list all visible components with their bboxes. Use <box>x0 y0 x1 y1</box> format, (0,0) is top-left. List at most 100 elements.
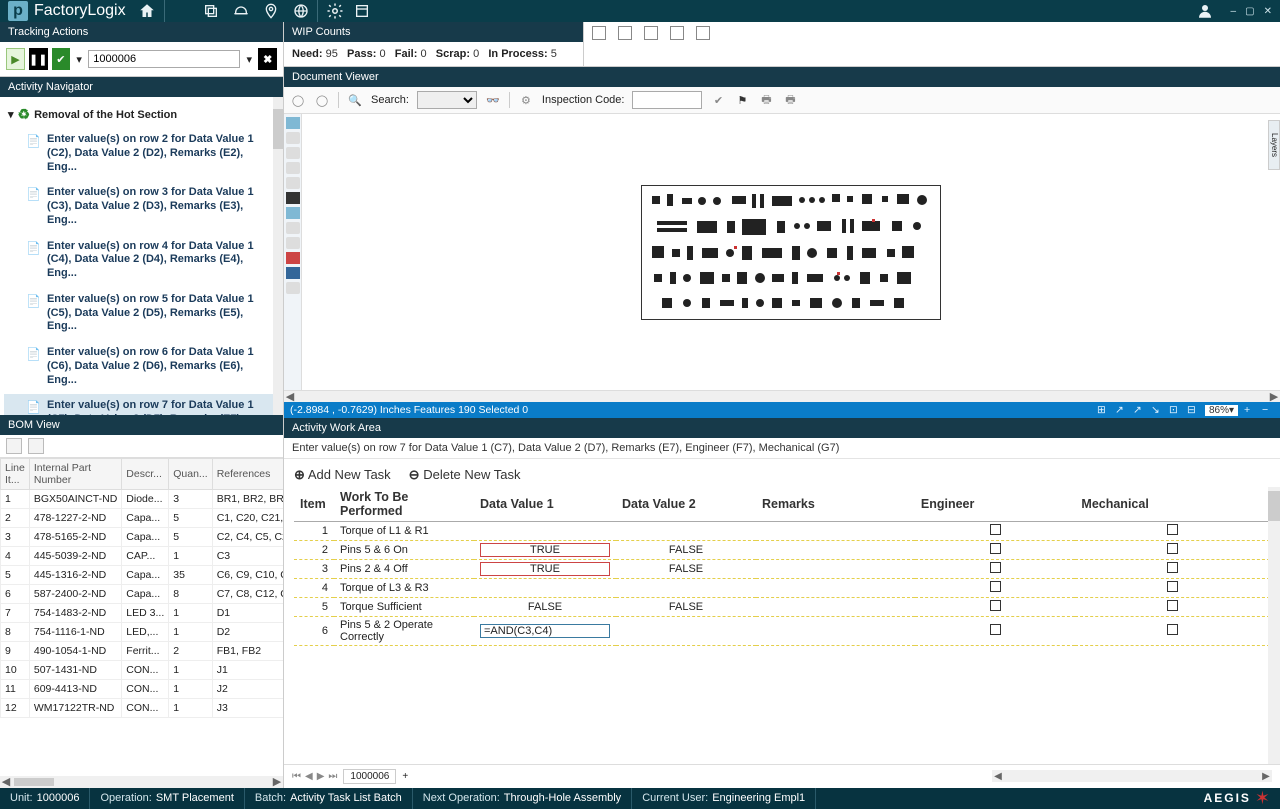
binoculars-icon[interactable]: 👓 <box>485 92 501 108</box>
search-combo[interactable] <box>417 91 477 109</box>
refresh-icon[interactable]: ⚙ <box>518 92 534 108</box>
tool-red[interactable] <box>286 252 300 264</box>
zoom-tool-3[interactable]: ↗ <box>1133 404 1145 416</box>
tool-zoom[interactable] <box>286 237 300 249</box>
zoom-tool-6[interactable]: ⊟ <box>1187 404 1199 416</box>
task-row[interactable]: 6Pins 5 & 2 Operate Correctly=AND(C3,C4) <box>294 617 1270 646</box>
sheet-tab[interactable]: 1000006 <box>343 769 396 784</box>
flag-icon[interactable]: ⚑ <box>734 92 750 108</box>
table-row[interactable]: 2478-1227-2-NDCapa...5C1, C20, C21, C22, <box>1 508 284 527</box>
table-row[interactable]: 11609-4413-NDCON...1J2 <box>1 679 284 698</box>
copy-icon[interactable] <box>203 3 219 19</box>
mechanical-checkbox[interactable] <box>1167 543 1178 554</box>
nav-item[interactable]: 📄Enter value(s) on row 5 for Data Value … <box>4 288 279 339</box>
data-value-1-cell[interactable]: =AND(C3,C4) <box>480 624 610 638</box>
unit-dropdown[interactable]: ▾ <box>244 53 254 66</box>
layout-4-button[interactable] <box>670 26 684 40</box>
mechanical-checkbox[interactable] <box>1167 600 1178 611</box>
tool-line[interactable] <box>286 162 300 174</box>
print2-icon[interactable]: 🖶 <box>782 92 798 108</box>
zoom-out-icon[interactable]: − <box>1262 404 1274 416</box>
task-hscroll[interactable]: ◀▶ <box>992 770 1272 782</box>
table-row[interactable]: 12WM17122TR-NDCON...1J3 <box>1 698 284 717</box>
expand-icon[interactable]: ▾ <box>8 108 14 121</box>
mechanical-checkbox[interactable] <box>1167 624 1178 635</box>
bom-col-header[interactable]: References <box>212 458 283 489</box>
tool-measure[interactable] <box>286 222 300 234</box>
tool-fill[interactable] <box>286 192 300 204</box>
data-value-1-cell[interactable]: TRUE <box>480 543 610 557</box>
tool-pen[interactable] <box>286 177 300 189</box>
table-row[interactable]: 8754-1116-1-NDLED,...1D2 <box>1 622 284 641</box>
bom-col-header[interactable]: Internal Part Number <box>29 458 121 489</box>
globe-icon[interactable] <box>293 3 309 19</box>
nav-back-icon[interactable]: ◯ <box>290 92 306 108</box>
pcb-canvas[interactable] <box>302 114 1280 390</box>
engineer-checkbox[interactable] <box>990 524 1001 535</box>
home-icon[interactable] <box>138 2 156 20</box>
engineer-checkbox[interactable] <box>990 600 1001 611</box>
data-value-1-cell[interactable]: TRUE <box>480 562 610 576</box>
minimize-button[interactable]: – <box>1230 6 1236 17</box>
nav-root-item[interactable]: ▾ ♻ Removal of the Hot Section <box>4 103 279 126</box>
engineer-checkbox[interactable] <box>990 543 1001 554</box>
table-row[interactable]: 3478-5165-2-NDCapa...5C2, C4, C5, C24, C <box>1 527 284 546</box>
task-row[interactable]: 2Pins 5 & 6 OnTRUEFALSE <box>294 541 1270 560</box>
nav-item[interactable]: 📄Enter value(s) on row 2 for Data Value … <box>4 128 279 179</box>
table-row[interactable]: 5445-1316-2-NDCapa...35C6, C9, C10, C11,… <box>1 565 284 584</box>
layout-2-button[interactable] <box>618 26 632 40</box>
add-sheet-button[interactable]: + <box>402 771 408 782</box>
nav-item[interactable]: 📄Enter value(s) on row 6 for Data Value … <box>4 341 279 392</box>
close-button[interactable]: ✕ <box>1264 6 1272 17</box>
task-row[interactable]: 5Torque SufficientFALSEFALSE <box>294 598 1270 617</box>
search-icon[interactable]: 🔍 <box>347 92 363 108</box>
doc-hscroll[interactable]: ◀▶ <box>284 390 1280 402</box>
zoom-tool-1[interactable]: ⊞ <box>1097 404 1109 416</box>
layout-1-button[interactable] <box>592 26 606 40</box>
sheet-pager[interactable]: ⏮◀▶⏭ <box>292 771 337 782</box>
user-icon[interactable] <box>1196 2 1214 20</box>
zoom-in-icon[interactable]: + <box>1244 404 1256 416</box>
zoom-tool-2[interactable]: ↗ <box>1115 404 1127 416</box>
tool-highlight[interactable] <box>286 207 300 219</box>
inspection-input[interactable] <box>632 91 702 109</box>
bom-expand-button[interactable] <box>6 438 22 454</box>
mechanical-checkbox[interactable] <box>1167 562 1178 573</box>
check-dropdown[interactable]: ▾ <box>74 53 84 66</box>
tool-blue[interactable] <box>286 267 300 279</box>
task-row[interactable]: 4Torque of L3 & R3 <box>294 579 1270 598</box>
table-row[interactable]: 4445-5039-2-NDCAP...1C3 <box>1 546 284 565</box>
nav-fwd-icon[interactable]: ◯ <box>314 92 330 108</box>
delete-task-button[interactable]: ⊖ Delete New Task <box>409 467 521 483</box>
tool-lasso[interactable] <box>286 147 300 159</box>
pause-button[interactable]: ❚❚ <box>29 48 48 70</box>
add-task-button[interactable]: ⊕ Add New Task <box>294 467 391 483</box>
task-row[interactable]: 3Pins 2 & 4 OffTRUEFALSE <box>294 560 1270 579</box>
table-row[interactable]: 1BGX50AINCT-NDDiode...3BR1, BR2, BR3 <box>1 489 284 508</box>
zoom-value[interactable]: 86%▾ <box>1205 405 1238 416</box>
tool-rect[interactable] <box>286 132 300 144</box>
location-icon[interactable] <box>263 3 279 19</box>
nav-scrollbar[interactable] <box>273 97 283 415</box>
mechanical-checkbox[interactable] <box>1167 581 1178 592</box>
maximize-button[interactable]: ▢ <box>1245 6 1254 17</box>
play-button[interactable]: ▶ <box>6 48 25 70</box>
layout-3-button[interactable] <box>644 26 658 40</box>
window-icon[interactable] <box>354 3 370 19</box>
layers-tab[interactable]: Layers <box>1268 120 1280 170</box>
scroll-right-icon[interactable]: ▶ <box>271 775 283 788</box>
scroll-left-icon[interactable]: ◀ <box>0 775 12 788</box>
table-row[interactable]: 6587-2400-2-NDCapa...8C7, C8, C12, C14, … <box>1 584 284 603</box>
table-row[interactable]: 9490-1054-1-NDFerrit...2FB1, FB2 <box>1 641 284 660</box>
bom-collapse-button[interactable] <box>28 438 44 454</box>
unit-input[interactable] <box>88 50 240 68</box>
zoom-tool-4[interactable]: ↘ <box>1151 404 1163 416</box>
task-row[interactable]: 1Torque of L1 & R1 <box>294 522 1270 541</box>
check-button[interactable]: ✔ <box>52 48 71 70</box>
table-row[interactable]: 7754-1483-2-NDLED 3...1D1 <box>1 603 284 622</box>
nav-item[interactable]: 📄Enter value(s) on row 3 for Data Value … <box>4 181 279 232</box>
layout-5-button[interactable] <box>696 26 710 40</box>
task-vscroll[interactable] <box>1268 487 1280 763</box>
engineer-checkbox[interactable] <box>990 624 1001 635</box>
apply-icon[interactable]: ✔ <box>710 92 726 108</box>
